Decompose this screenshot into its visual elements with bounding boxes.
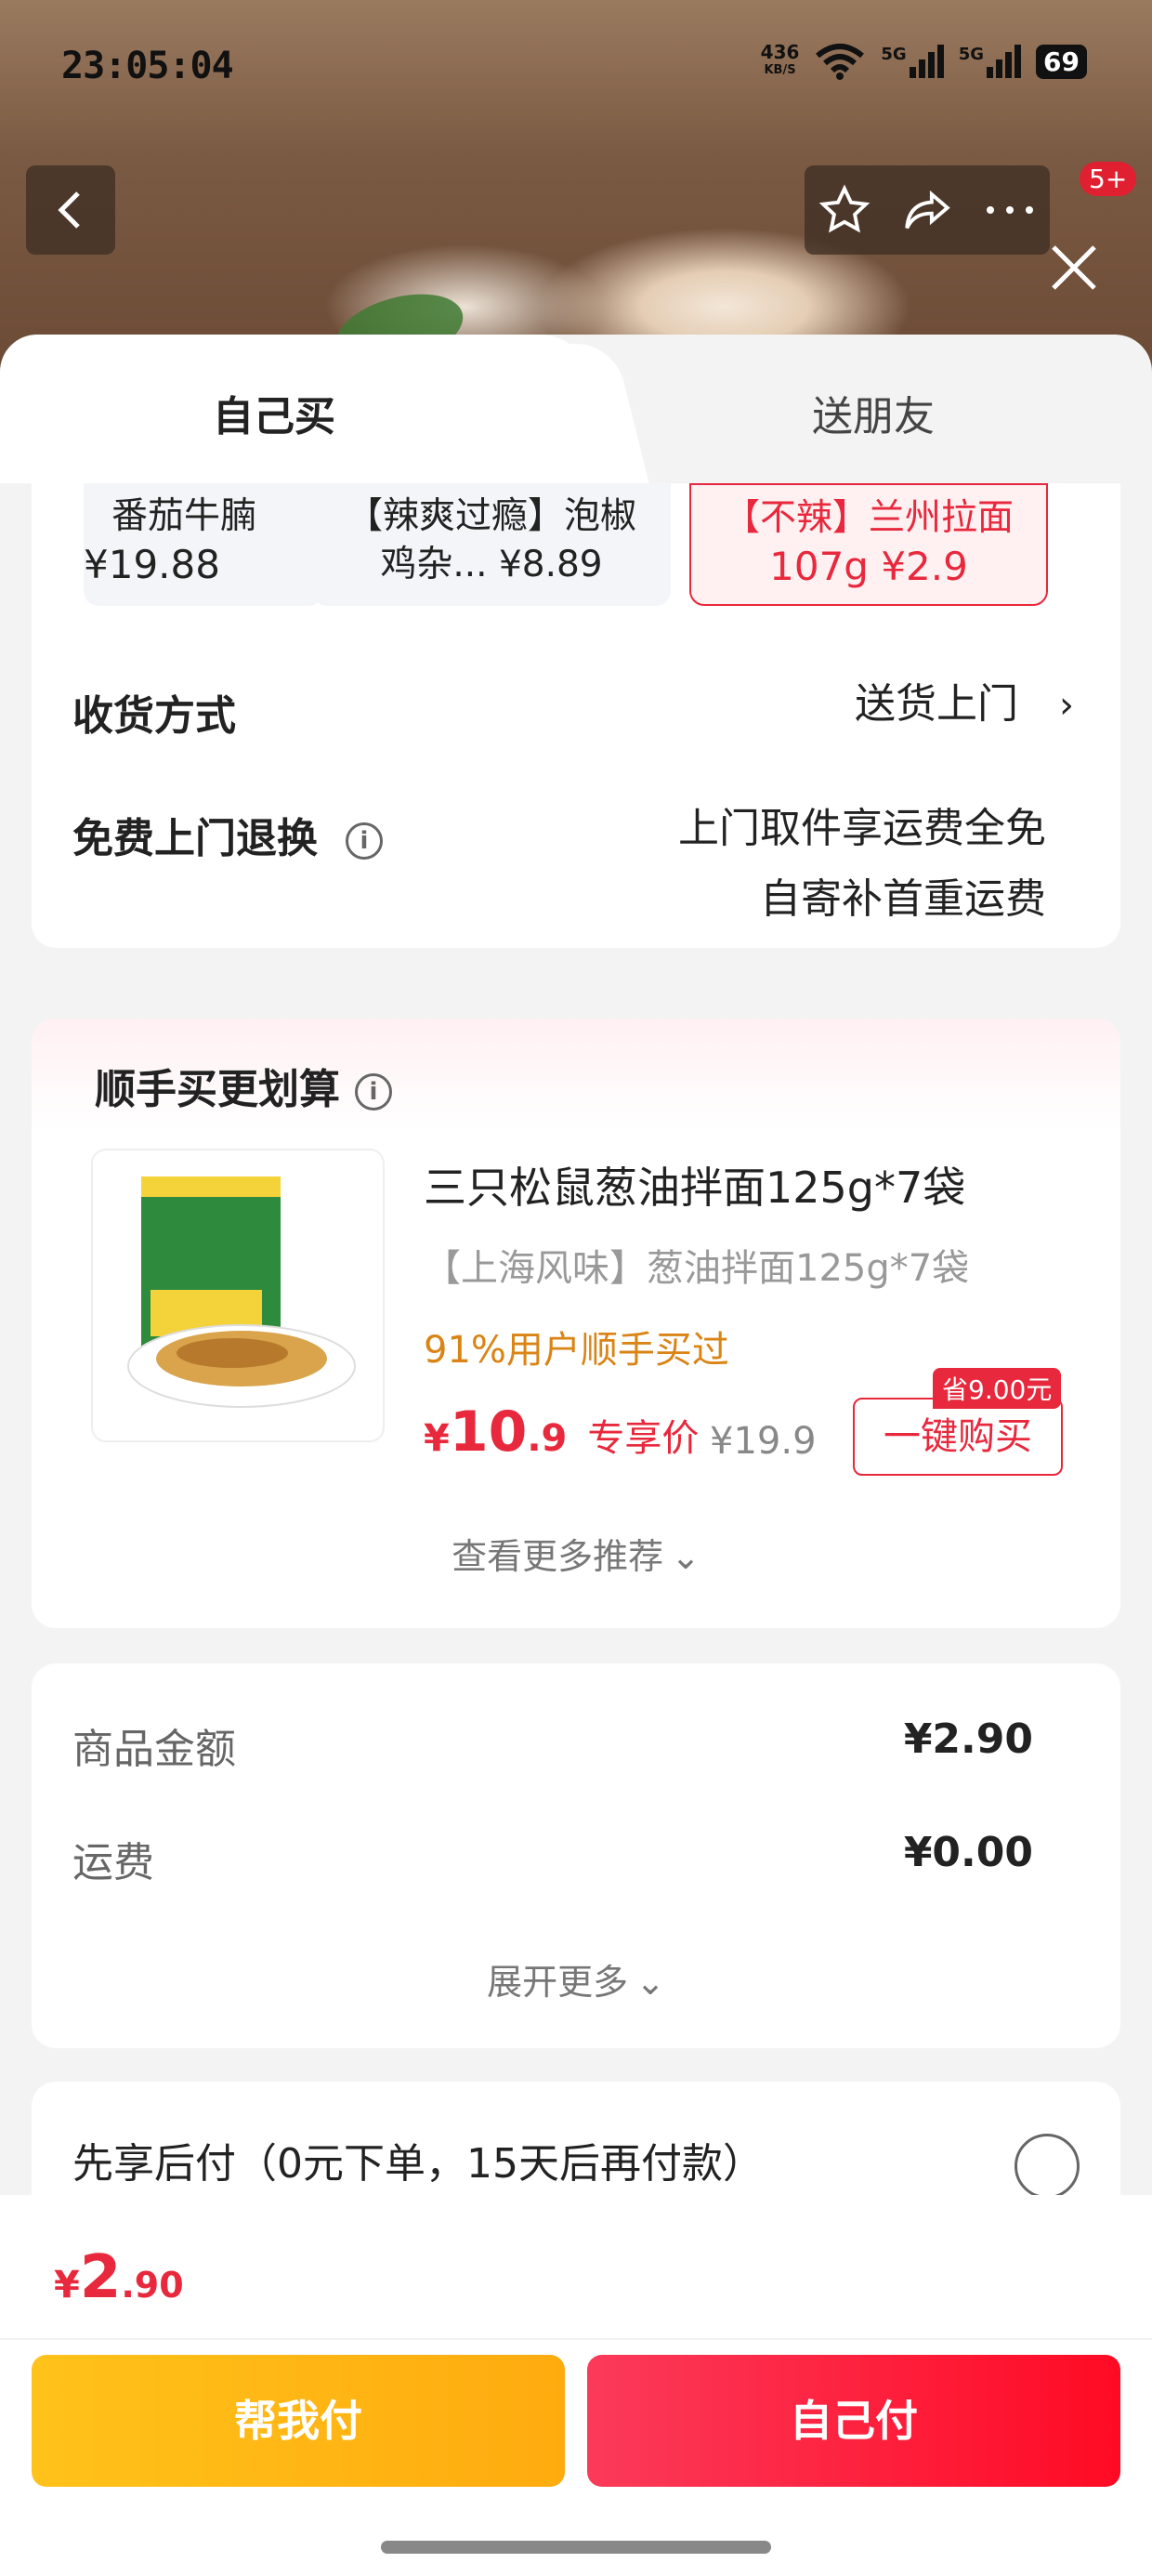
shipping-value: ¥0.00 [903, 1829, 1033, 1876]
net-speed: 436 KB/S [760, 41, 800, 77]
signal-5g-icon: 5G [959, 45, 1022, 78]
chevron-down-icon: ⌄ [635, 1962, 665, 2003]
order-options-card: 番茄牛腩 ¥19.88 【辣爽过瘾】泡椒 鸡杂... ¥8.89 【不辣】兰州拉… [32, 483, 1120, 948]
product-title[interactable]: 三只松鼠葱油拌面125g*7袋 [424, 1154, 965, 1216]
pay-myself-button[interactable]: 自己付 [587, 2355, 1120, 2487]
return-policy: 上门取件享运费全免 自寄补首重运费 [678, 805, 1046, 923]
bottom-action-bar: ¥2.90 帮我付 自己付 [0, 2195, 1152, 2576]
one-click-buy-button[interactable]: 一键购买 [853, 1398, 1063, 1476]
pay-later-radio[interactable] [1015, 2134, 1080, 2199]
more-icon[interactable] [983, 201, 1037, 219]
noodle-package-image [127, 1176, 356, 1408]
tab-bar: 自己买 送朋友 [0, 335, 1152, 483]
spec-chip-selected[interactable]: 【不辣】兰州拉面 107g ¥2.9 [689, 483, 1048, 606]
delivery-option[interactable]: 送货上门 › [855, 669, 1074, 741]
message-count-badge: 5+ [1080, 162, 1137, 196]
help-me-pay-button[interactable]: 帮我付 [32, 2355, 565, 2487]
signal-5g-icon: 5G [881, 45, 944, 78]
wifi-icon [816, 44, 865, 80]
close-icon[interactable] [1046, 240, 1102, 296]
back-button[interactable] [26, 165, 115, 255]
delivery-label: 收货方式 [72, 692, 236, 740]
exclusive-price: ¥10.9 专享价 [424, 1400, 700, 1465]
price-detail-card: 商品金额 ¥2.90 运费 ¥0.00 展开更多 ⌄ [32, 1663, 1120, 2048]
spec-chip[interactable]: 【辣爽过瘾】泡椒 鸡杂... ¥8.89 [312, 483, 671, 606]
star-icon[interactable] [818, 183, 871, 237]
save-badge: 省9.00元 [933, 1368, 1062, 1409]
goods-amount-label: 商品金额 [72, 1726, 236, 1773]
info-icon[interactable]: i [355, 1073, 392, 1111]
pay-later-label: 先享后付（0元下单，15天后再付款） [72, 2140, 764, 2188]
tab-self-buy[interactable]: 自己买 [0, 383, 548, 442]
chevron-right-icon: › [1059, 684, 1074, 727]
product-subtitle: 【上海风味】葱油拌面125g*7袋 [424, 1247, 970, 1290]
return-label: 免费上门退换 i [72, 805, 383, 864]
info-icon[interactable]: i [346, 822, 383, 860]
expand-more[interactable]: 展开更多 ⌄ [32, 1953, 1120, 2004]
shipping-label: 运费 [72, 1839, 154, 1886]
back-icon [58, 191, 80, 229]
status-bar: 23:05:04 436 KB/S 5G 5G 69 [0, 0, 1152, 139]
purchase-stat: 91%用户顺手买过 [424, 1329, 729, 1372]
product-image[interactable] [91, 1149, 385, 1442]
goods-amount-value: ¥2.90 [903, 1715, 1033, 1763]
bundle-title: 顺手买更划算 i [95, 1056, 392, 1115]
chevron-down-icon: ⌄ [671, 1536, 700, 1577]
home-indicator[interactable] [381, 2541, 771, 2554]
status-time: 23:05:04 [61, 45, 234, 87]
total-price: ¥2.90 [54, 2243, 184, 2312]
delivery-value: 送货上门 [855, 680, 1018, 728]
original-price: ¥19.9 [710, 1420, 817, 1463]
battery-icon: 69 [1036, 44, 1087, 79]
see-more-recommend[interactable]: 查看更多推荐 ⌄ [32, 1528, 1120, 1579]
bundle-recommend-card: 顺手买更划算 i 三只松鼠葱油拌面125g*7袋 【上海风味】葱油拌面125g*7… [32, 1019, 1120, 1628]
spec-chip[interactable]: 番茄牛腩 ¥19.88 [84, 483, 323, 606]
share-icon[interactable] [898, 183, 956, 237]
top-action-group [805, 165, 1050, 255]
tab-gift-friend[interactable]: 送朋友 [595, 383, 1152, 442]
